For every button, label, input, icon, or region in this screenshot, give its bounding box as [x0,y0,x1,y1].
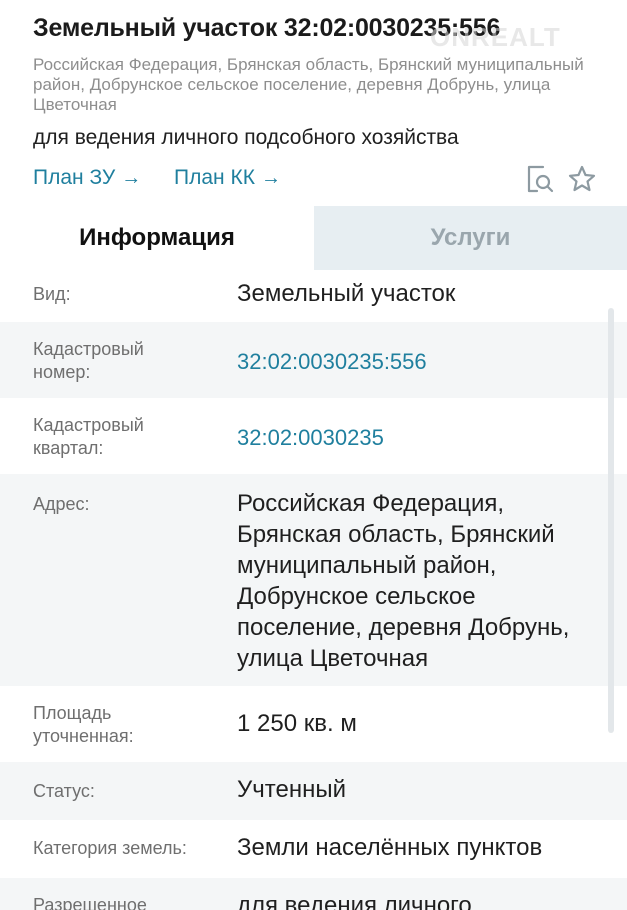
row-label: Кадастровый квартал: [33,415,144,458]
table-row: Кадастровый номер: 32:02:0030235:556 [0,322,627,398]
table-row: Статус: Учтенный [0,762,627,820]
row-label: Разрешенное [33,895,147,910]
row-label: Адрес: [33,494,90,514]
table-row: Категория земель: Земли населённых пункт… [0,820,627,878]
plan-zu-link[interactable]: План ЗУ → [33,166,141,190]
row-value: Учтенный [237,776,346,803]
row-value: Российская Федерация, Брянская область, … [237,490,570,672]
tab-services[interactable]: Услуги [314,206,627,270]
plan-kk-label: План КК [174,166,255,189]
row-value: для ведения личного [237,892,472,910]
table-row: Адрес: Российская Федерация, Брянская об… [0,474,627,686]
plan-kk-link[interactable]: План КК → [174,166,281,190]
tab-information[interactable]: Информация [0,206,314,270]
row-label: Вид: [33,284,71,304]
row-label: Категория земель: [33,838,187,858]
arrow-right-icon: → [260,166,281,189]
header-address: Российская Федерация, Брянская область, … [33,55,584,114]
plan-zu-label: План ЗУ [33,166,116,189]
row-value: 1 250 кв. м [237,710,357,737]
table-row: Кадастровый квартал: 32:02:0030235 [0,398,627,474]
watermark: ONREALT [430,22,561,52]
object-header: Земельный участок 32:02:0030235:556 ONRE… [0,0,627,206]
row-value: Земли населённых пунктов [237,834,543,861]
header-purpose: для ведения личного подсобного хозяйства [33,126,459,149]
table-row: Площадь уточненная: 1 250 кв. м [0,686,627,762]
cadastral-quarter-link[interactable]: 32:02:0030235 [237,422,617,453]
row-label: Кадастровый номер: [33,339,144,382]
doc-search-icon[interactable] [523,163,555,195]
table-row: Разрешенное для ведения личного [0,878,627,910]
cadastral-number-link[interactable]: 32:02:0030235:556 [237,346,617,377]
tab-bar: Информация Услуги [0,206,627,270]
row-label: Площадь уточненная: [33,703,134,746]
scrollbar[interactable] [608,308,614,733]
star-icon[interactable] [566,163,598,195]
table-row: Вид: Земельный участок [0,270,627,322]
info-table: Вид: Земельный участок Кадастровый номер… [0,270,627,910]
row-value: Земельный участок [237,280,456,307]
arrow-right-icon: → [121,166,142,189]
row-label: Статус: [33,781,95,801]
